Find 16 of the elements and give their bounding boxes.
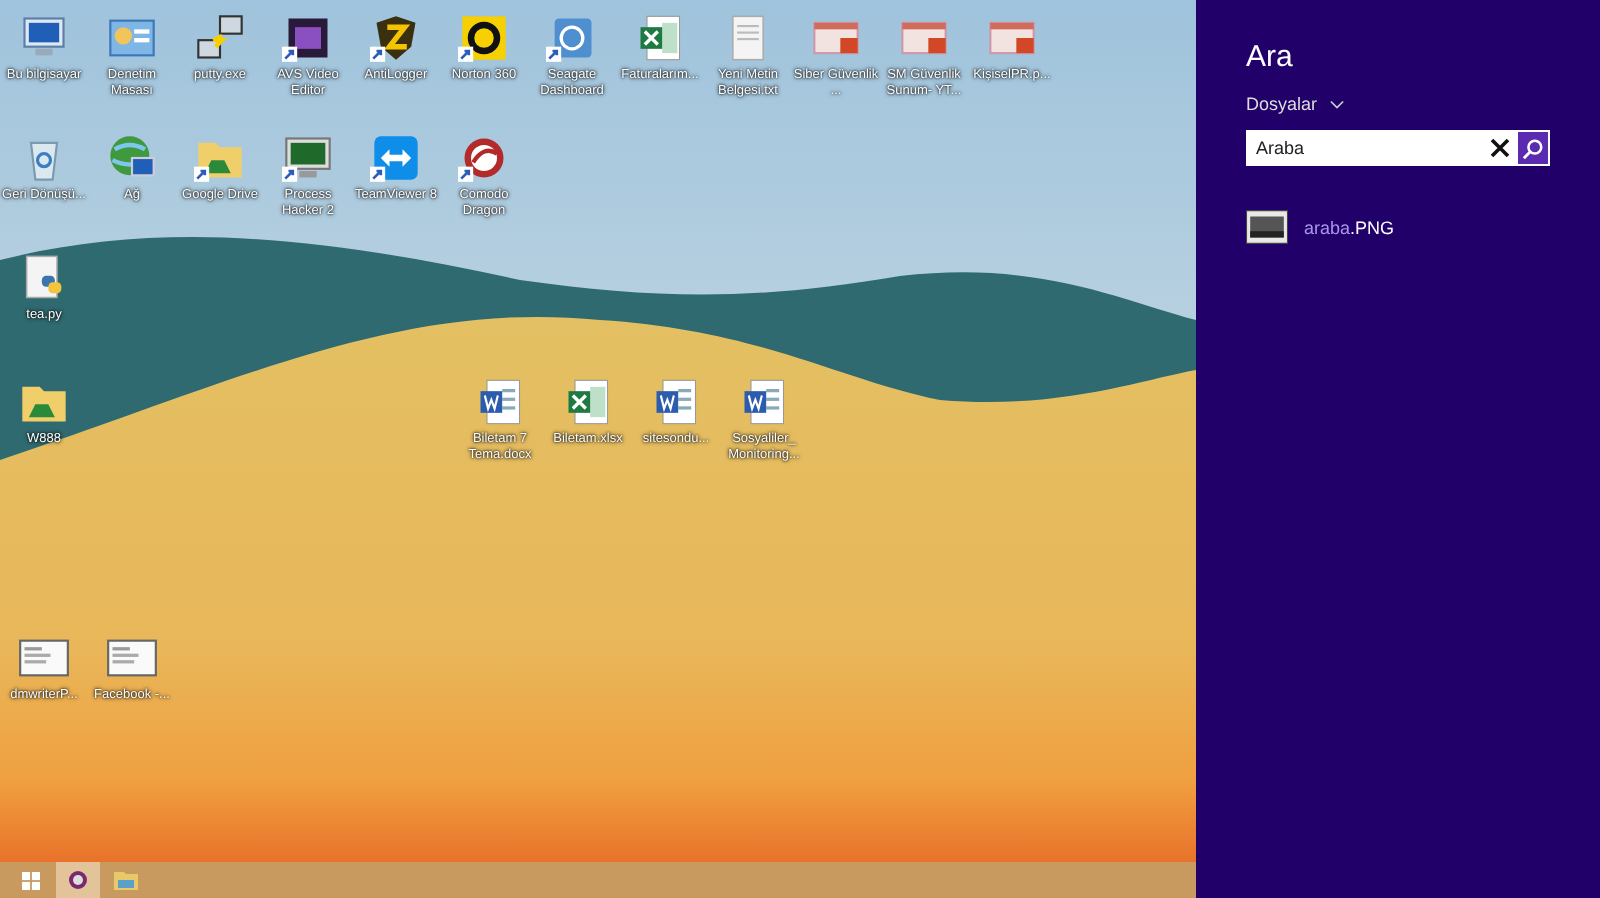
monitor-icon[interactable] <box>282 132 334 184</box>
result-link[interactable]: araba.PNG <box>1304 217 1395 237</box>
taskbar-browser-button[interactable] <box>56 862 100 898</box>
chevron-icon <box>1329 99 1344 109</box>
browser-icon <box>68 870 88 890</box>
network-icon[interactable] <box>194 12 246 64</box>
search-icon <box>1522 137 1544 159</box>
search-field[interactable]: Araba <box>1246 130 1516 166</box>
clear-icon[interactable] <box>1490 138 1510 158</box>
image-thumbnail-icon[interactable] <box>1246 210 1288 244</box>
scope-dropdown[interactable]: Dosyalar <box>1246 94 1344 114</box>
search-button[interactable] <box>1516 130 1550 166</box>
ring-icon[interactable] <box>458 12 510 64</box>
windows-logo-icon <box>21 871 39 889</box>
panel-title: Ara <box>1246 40 1295 74</box>
folder-icon <box>114 870 138 890</box>
